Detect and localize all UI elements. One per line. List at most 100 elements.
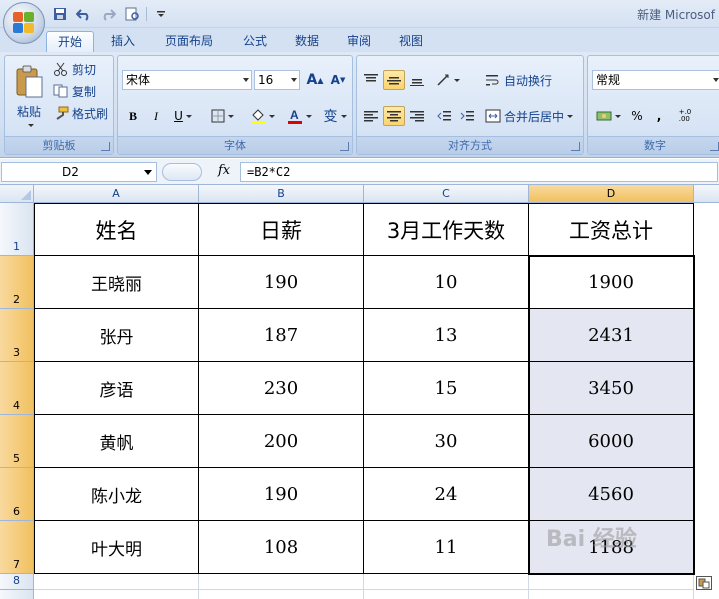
print-preview-icon[interactable] [122,5,142,23]
empty-cell[interactable] [199,590,364,599]
tab-formulas[interactable]: 公式 [232,31,278,52]
font-color-button[interactable]: A [282,106,316,126]
phonetic-button[interactable]: 变 [318,106,352,126]
undo-icon[interactable] [74,5,94,23]
increase-decimal-button[interactable]: +.0 .00 [674,106,696,126]
percent-style-button[interactable]: % [626,106,648,126]
merge-center-button[interactable]: 合并后居中 [485,106,574,126]
cut-button[interactable]: 剪切 [53,60,96,78]
table-cell[interactable]: 30 [364,415,529,468]
align-center-button[interactable] [383,106,405,126]
column-header-c[interactable]: C [364,185,529,203]
active-cell[interactable]: 1900 [529,256,694,309]
empty-cell[interactable] [364,590,529,599]
column-header-a[interactable]: A [34,185,199,203]
empty-cell[interactable] [529,590,694,599]
wrap-text-button[interactable]: 自动换行 [485,70,552,90]
borders-button[interactable] [204,106,240,126]
table-cell[interactable]: 10 [364,256,529,309]
orientation-button[interactable] [433,70,463,90]
align-top-button[interactable] [360,70,382,90]
tab-review[interactable]: 审阅 [336,31,382,52]
row-header-3[interactable]: 3 [0,309,34,362]
row-header-1[interactable]: 1 [0,203,34,256]
insert-function-icon[interactable]: fx [218,163,230,178]
align-bottom-button[interactable] [406,70,428,90]
table-header-cell[interactable]: 姓名 [34,203,199,256]
save-icon[interactable] [50,5,70,23]
empty-cell[interactable] [34,574,199,590]
comma-style-button[interactable]: , [648,106,670,126]
table-cell[interactable]: 6000 [529,415,694,468]
row-header-9[interactable] [0,590,34,599]
table-header-cell[interactable]: 日薪 [199,203,364,256]
row-header-8[interactable]: 8 [0,574,34,590]
table-cell[interactable]: 200 [199,415,364,468]
shrink-font-button[interactable]: A ▼ [327,70,349,90]
row-header-5[interactable]: 5 [0,415,34,468]
empty-cell[interactable] [34,590,199,599]
grow-font-button[interactable]: A ▲ [304,70,326,90]
underline-button[interactable]: U [168,106,198,126]
paste-button[interactable]: 粘贴 [9,60,49,132]
empty-cell[interactable] [364,574,529,590]
customize-toolbar-icon[interactable] [151,5,171,23]
copy-button[interactable]: 复制 [53,82,96,100]
table-cell[interactable]: 230 [199,362,364,415]
table-cell[interactable]: 24 [364,468,529,521]
table-cell[interactable]: 叶大明 [34,521,199,574]
tab-data[interactable]: 数据 [284,31,330,52]
empty-cell[interactable] [199,574,364,590]
table-header-cell[interactable]: 3月工作天数 [364,203,529,256]
accounting-format-button[interactable] [592,106,624,126]
font-name-select[interactable]: 宋体 [122,70,252,90]
table-cell[interactable]: 187 [199,309,364,362]
row-header-2[interactable]: 2 [0,256,34,309]
tab-insert[interactable]: 插入 [100,31,146,52]
table-cell[interactable]: 190 [199,256,364,309]
table-cell[interactable]: 3450 [529,362,694,415]
paste-options-icon[interactable] [696,576,712,590]
fill-color-button[interactable] [244,106,280,126]
decrease-indent-button[interactable] [433,106,455,126]
font-launcher-icon[interactable] [340,142,349,151]
formula-input[interactable]: =B2*C2 [240,162,718,182]
table-cell[interactable]: 4560 [529,468,694,521]
tab-view[interactable]: 视图 [388,31,434,52]
office-button[interactable] [3,2,45,44]
number-format-select[interactable]: 常规 [592,70,719,90]
table-cell[interactable]: 黄帆 [34,415,199,468]
row-header-4[interactable]: 4 [0,362,34,415]
row-header-6[interactable]: 6 [0,468,34,521]
select-all-button[interactable] [0,185,34,203]
tab-page-layout[interactable]: 页面布局 [152,31,226,52]
table-cell[interactable]: 190 [199,468,364,521]
empty-cell[interactable] [529,574,694,590]
name-box[interactable]: D2 [1,162,157,182]
format-painter-button[interactable]: 格式刷 [53,104,108,122]
align-left-button[interactable] [360,106,382,126]
table-cell[interactable]: 张丹 [34,309,199,362]
formula-oval[interactable] [162,163,202,181]
table-cell[interactable]: 陈小龙 [34,468,199,521]
table-cell[interactable]: 王晓丽 [34,256,199,309]
table-cell[interactable]: 15 [364,362,529,415]
align-middle-button[interactable] [383,70,405,90]
table-cell[interactable]: 13 [364,309,529,362]
row-header-7[interactable]: 7 [0,521,34,574]
column-header-b[interactable]: B [199,185,364,203]
table-cell[interactable]: 彦语 [34,362,199,415]
increase-indent-button[interactable] [456,106,478,126]
clipboard-launcher-icon[interactable] [101,142,110,151]
bold-button[interactable]: B [122,106,144,126]
column-header-d[interactable]: D [529,185,694,203]
column-header-e[interactable] [694,185,719,203]
alignment-launcher-icon[interactable] [571,142,580,151]
table-cell[interactable]: 2431 [529,309,694,362]
tab-home[interactable]: 开始 [46,31,94,52]
table-cell[interactable]: 108 [199,521,364,574]
italic-button[interactable]: I [145,106,167,126]
table-header-cell[interactable]: 工资总计 [529,203,694,256]
align-right-button[interactable] [406,106,428,126]
font-size-select[interactable]: 16 [254,70,300,90]
